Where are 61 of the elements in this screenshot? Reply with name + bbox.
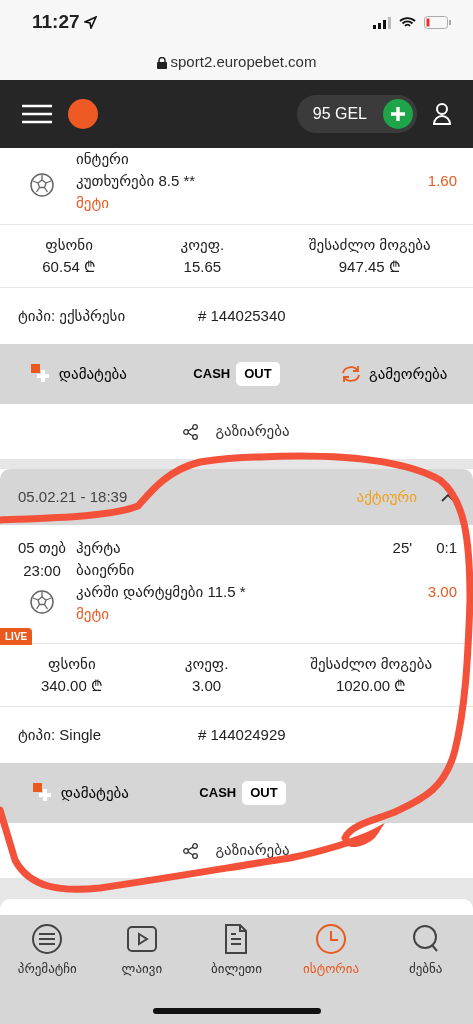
share-icon <box>183 842 200 859</box>
team-name: ჰერტა <box>76 538 121 558</box>
add-icon <box>30 364 51 384</box>
team-name: ინტერი <box>76 149 129 169</box>
ticket-number: # 144024929 <box>198 724 286 745</box>
event-date: 05 თებ <box>17 538 67 558</box>
share-icon <box>183 423 200 440</box>
add-icon <box>32 783 53 803</box>
stat-value: 1020.00 ₾ <box>334 676 408 696</box>
deposit-button[interactable] <box>383 99 413 129</box>
share-button[interactable]: გაზიარება <box>182 838 291 863</box>
balance-amount: 95 GEL <box>312 104 367 124</box>
logo-icon[interactable] <box>68 99 98 129</box>
ticket-number: # 144025340 <box>198 305 286 326</box>
bet-status: აქტიური <box>356 486 417 507</box>
user-icon[interactable] <box>433 103 451 125</box>
stat-label: ფსონი <box>44 234 94 255</box>
stat-value: 15.65 <box>182 257 223 277</box>
tab-item[interactable]: ბილეთი <box>189 915 284 980</box>
stat-label: კოეფ. <box>183 653 230 674</box>
stat-value: 340.00 ₾ <box>39 676 104 696</box>
stat-label: შესაძლო მოგება <box>309 653 434 674</box>
list-icon <box>31 923 64 955</box>
match-score: 0:1 <box>436 538 457 558</box>
market-name: კუთხურები 8.5 ** <box>76 171 196 191</box>
share-button[interactable]: გაზიარება <box>182 419 291 444</box>
odds-value: 1.60 <box>427 171 457 191</box>
location-arrow-icon <box>83 16 97 29</box>
plus-icon <box>391 107 405 121</box>
menu-icon[interactable] <box>22 104 52 124</box>
battery-icon <box>424 16 451 29</box>
tab-item[interactable]: პრემატჩი <box>0 915 95 980</box>
live-badge: LIVE <box>0 628 33 645</box>
signal-icon <box>373 16 391 29</box>
bet-date: 05.02.21 - 18:39 <box>18 486 128 507</box>
stat-label: კოეფ. <box>179 234 226 255</box>
tab-item[interactable]: ძებნა <box>378 915 473 980</box>
stat-label: ფსონი <box>47 653 97 674</box>
balance-pill[interactable]: 95 GEL <box>296 95 417 133</box>
stat-value: 3.00 <box>190 676 223 696</box>
lock-icon <box>156 56 167 69</box>
selection-name: მეტი <box>76 193 111 213</box>
clock-icon <box>315 923 348 955</box>
team-name: ბაიერნი <box>76 560 135 580</box>
stat-label: შესაძლო მოგება <box>307 234 432 255</box>
tab-item[interactable]: ლაივი <box>94 915 190 980</box>
stat-value: 60.54 ₾ <box>41 257 97 277</box>
stat-value: 947.45 ₾ <box>337 257 402 277</box>
status-time: 11:27 <box>32 10 80 35</box>
match-minute: 25' <box>392 538 413 558</box>
play-icon <box>125 923 158 955</box>
event-time: 23:00 <box>23 560 61 581</box>
wifi-icon <box>399 16 416 29</box>
refresh-icon <box>340 365 361 383</box>
selection-name: მეტი <box>76 604 111 624</box>
bet-type: ტიპი: ექსპრესი <box>18 305 127 326</box>
soccer-ball-icon <box>30 590 54 615</box>
odds-value: 3.00 <box>427 582 457 602</box>
soccer-ball-icon <box>30 173 54 197</box>
bet-type: ტიპი: Single <box>18 724 102 745</box>
market-name: კარში დარტყმები 11.5 * <box>76 582 246 602</box>
